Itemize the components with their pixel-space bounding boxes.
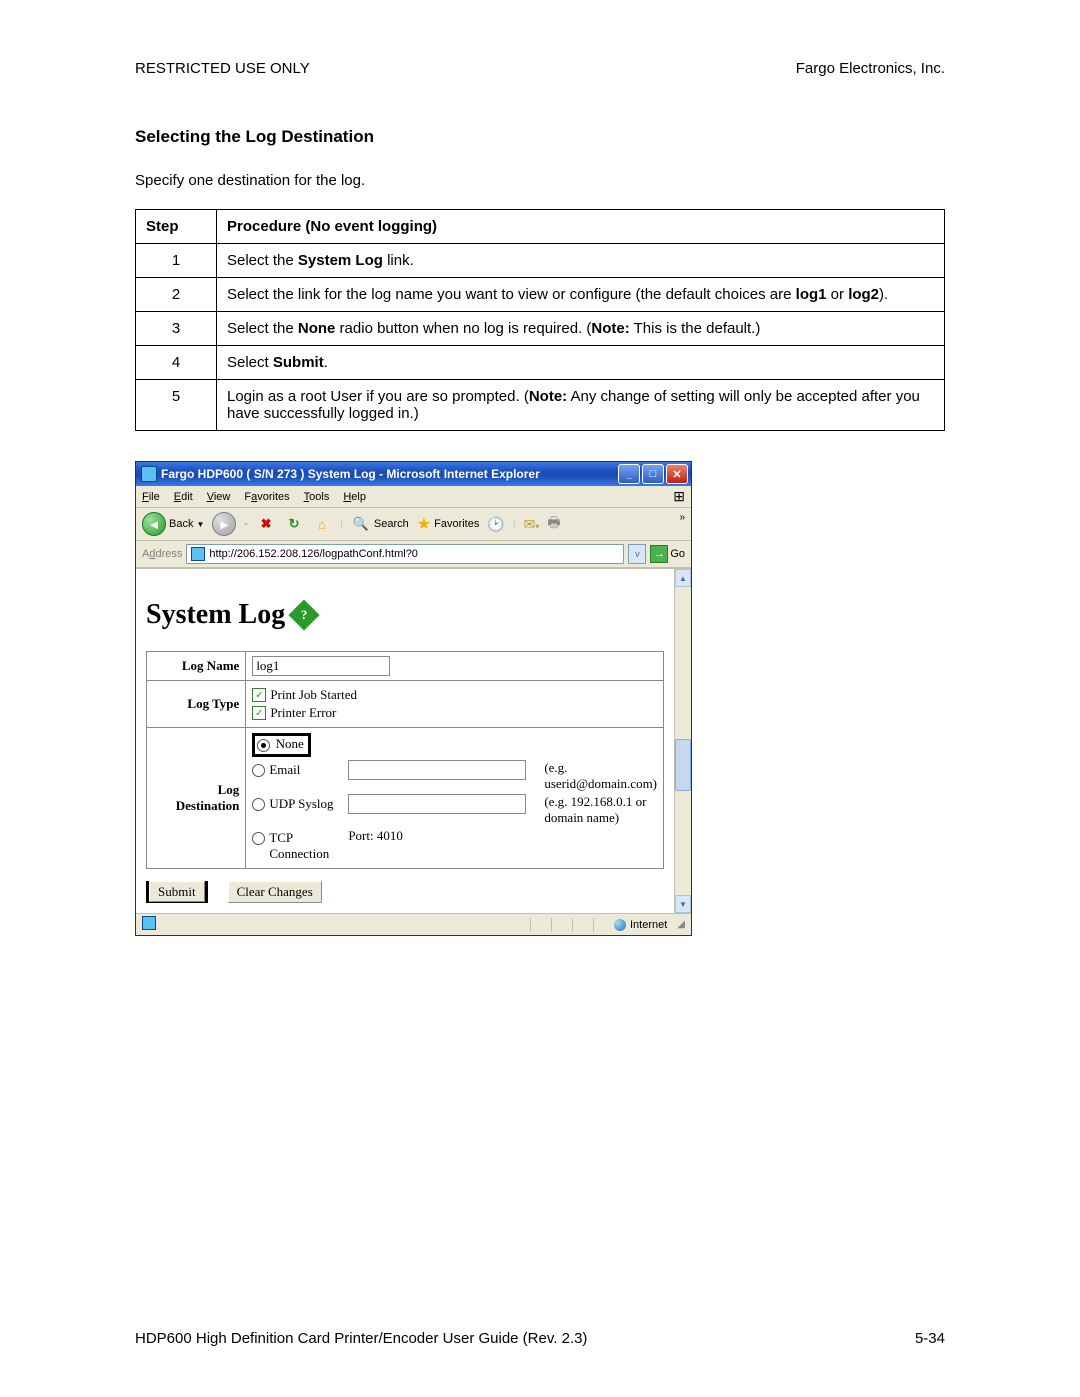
- logname-label: Log Name: [147, 652, 246, 681]
- radio-udp[interactable]: [252, 798, 265, 811]
- radio-tcp[interactable]: [252, 832, 265, 845]
- refresh-button[interactable]: ↻: [284, 514, 304, 534]
- toolbar-overflow[interactable]: »: [679, 512, 685, 523]
- highlight-submit: Submit: [146, 881, 208, 903]
- footer-right: 5-34: [915, 1330, 945, 1347]
- table-row: 2 Select the link for the log name you w…: [136, 278, 945, 312]
- go-button[interactable]: → Go: [650, 545, 685, 563]
- table-row: 4 Select Submit.: [136, 346, 945, 380]
- print-button[interactable]: 🖶: [547, 512, 560, 536]
- back-button[interactable]: ◄ Back ▼: [142, 512, 204, 536]
- table-row: 3 Select the None radio button when no l…: [136, 312, 945, 346]
- scroll-thumb[interactable]: [675, 739, 691, 791]
- radio-email[interactable]: [252, 764, 265, 777]
- logname-input[interactable]: log1: [252, 656, 390, 676]
- page-icon: [191, 547, 205, 561]
- th-step: Step: [136, 210, 217, 244]
- search-icon: 🔍: [351, 514, 371, 534]
- scroll-up[interactable]: ▲: [675, 569, 691, 587]
- titlebar: Fargo HDP600 ( S/N 273 ) System Log - Mi…: [136, 462, 691, 486]
- radio-none[interactable]: [257, 739, 270, 752]
- page-footer: HDP600 High Definition Card Printer/Enco…: [135, 1330, 945, 1347]
- minimize-button[interactable]: _: [618, 464, 640, 484]
- help-diamond-icon[interactable]: ?: [289, 599, 320, 630]
- clear-button[interactable]: Clear Changes: [228, 881, 322, 903]
- header-right: Fargo Electronics, Inc.: [796, 60, 945, 77]
- scrollbar[interactable]: ▲ ▼: [674, 569, 691, 913]
- status-zone: Internet: [630, 919, 667, 931]
- header-left: RESTRICTED USE ONLY: [135, 60, 310, 77]
- email-input[interactable]: [348, 760, 526, 780]
- form-table: Log Name log1 Log Type ✓Print Job Starte…: [146, 651, 664, 869]
- footer-left: HDP600 High Definition Card Printer/Enco…: [135, 1330, 587, 1347]
- addressbar: Address http://206.152.208.126/logpathCo…: [136, 541, 691, 568]
- menu-tools[interactable]: Tools: [304, 491, 330, 503]
- ie-window: Fargo HDP600 ( S/N 273 ) System Log - Mi…: [135, 461, 692, 936]
- content-area: System Log ? Log Name log1 Log Type ✓Pri…: [136, 568, 691, 913]
- close-button[interactable]: ✕: [666, 464, 688, 484]
- statusbar: Internet ◢: [136, 913, 691, 935]
- toolbar: ◄ Back ▼ ► - ✖ ↻ ⌂ | 🔍 Search ★ Favorite…: [136, 508, 691, 541]
- page-header: RESTRICTED USE ONLY Fargo Electronics, I…: [135, 60, 945, 77]
- zone-icon: [614, 919, 626, 931]
- checkbox-printjob[interactable]: ✓: [252, 688, 266, 702]
- logtype-label: Log Type: [147, 681, 246, 728]
- forward-button[interactable]: ►: [212, 512, 236, 536]
- address-input[interactable]: http://206.152.208.126/logpathConf.html?…: [186, 544, 624, 564]
- address-dropdown[interactable]: v: [628, 544, 646, 564]
- page-title: System Log ?: [146, 599, 664, 631]
- th-procedure: Procedure (No event logging): [217, 210, 945, 244]
- search-button[interactable]: 🔍 Search: [351, 514, 409, 534]
- maximize-button[interactable]: □: [642, 464, 664, 484]
- go-arrow-icon: →: [650, 545, 668, 563]
- checkbox-printererror[interactable]: ✓: [252, 706, 266, 720]
- section-title: Selecting the Log Destination: [135, 127, 945, 147]
- submit-button[interactable]: Submit: [149, 881, 205, 902]
- chevron-down-icon: ▼: [196, 520, 204, 529]
- intro-text: Specify one destination for the log.: [135, 172, 945, 189]
- table-row: 1 Select the System Log link.: [136, 244, 945, 278]
- procedure-table: Step Procedure (No event logging) 1 Sele…: [135, 209, 945, 431]
- menu-file[interactable]: File: [142, 491, 160, 503]
- highlight-none: None: [252, 733, 310, 757]
- window-title: Fargo HDP600 ( S/N 273 ) System Log - Mi…: [161, 467, 540, 481]
- home-button[interactable]: ⌂: [312, 514, 332, 534]
- table-row: 5 Login as a root User if you are so pro…: [136, 380, 945, 431]
- resize-grip-icon[interactable]: ◢: [677, 919, 685, 930]
- history-button[interactable]: 🕑: [487, 516, 504, 533]
- menu-favorites[interactable]: Favorites: [244, 491, 289, 503]
- udp-input[interactable]: [348, 794, 526, 814]
- logdest-label: LogDestination: [147, 728, 246, 869]
- favorites-button[interactable]: ★ Favorites: [417, 514, 480, 534]
- menu-help[interactable]: Help: [343, 491, 366, 503]
- star-icon: ★: [417, 514, 431, 534]
- windows-logo-icon: ⊞: [673, 488, 685, 505]
- ie-icon: [141, 466, 157, 482]
- status-page-icon: [142, 916, 156, 930]
- menubar: File Edit View Favorites Tools Help ⊞: [136, 486, 691, 508]
- scroll-down[interactable]: ▼: [675, 895, 691, 913]
- mail-button[interactable]: ✉▾: [524, 516, 540, 533]
- menu-edit[interactable]: Edit: [174, 491, 193, 503]
- stop-button[interactable]: ✖: [256, 514, 276, 534]
- menu-view[interactable]: View: [207, 491, 231, 503]
- address-label: Address: [142, 548, 182, 560]
- back-arrow-icon: ◄: [142, 512, 166, 536]
